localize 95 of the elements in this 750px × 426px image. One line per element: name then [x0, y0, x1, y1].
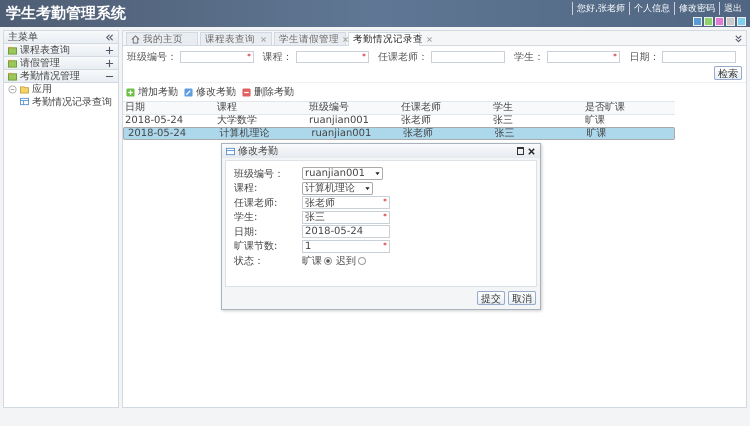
accordion-header[interactable]: 请假管理 [4, 57, 118, 70]
asterisk-icon [246, 53, 251, 57]
edit-icon [184, 88, 193, 96]
field-label: 学生： [514, 50, 544, 64]
column-header[interactable]: 班级编号 [307, 102, 399, 114]
table-cell-text: 张三 [492, 115, 514, 127]
tab[interactable]: 我的主页 [126, 32, 198, 45]
table-cell-text: 2018-05-24 [127, 128, 188, 140]
field-label: 日期: [234, 226, 258, 238]
asterisk-icon [613, 53, 618, 57]
chevron-icon[interactable] [734, 34, 743, 42]
input-field[interactable]: 张老师 [302, 196, 390, 209]
add-icon [126, 88, 135, 96]
field-label: 旷课节数: [234, 240, 278, 253]
folder-icon [8, 46, 17, 54]
toolbar-button[interactable]: 增加考勤 [126, 85, 178, 99]
dropdown[interactable]: ruanjian001 [302, 167, 384, 180]
column-header[interactable]: 是否旷课 [583, 102, 675, 114]
input-field[interactable]: 张三 [302, 210, 390, 224]
dropdown[interactable]: 计算机理论 [302, 182, 373, 194]
table-cell-text: ruanjian001 [308, 115, 370, 127]
field-label: 学生: [234, 210, 258, 224]
field-label: 班级编号： [234, 168, 285, 180]
plus-icon[interactable] [105, 58, 114, 68]
asterisk-icon [383, 198, 387, 202]
input-field[interactable]: 1 [302, 240, 390, 252]
table-cell-text: 计算机理论 [218, 128, 271, 140]
table-row[interactable]: 2018-05-24 大学数学 ruanjian001 张老师 张三 旷课 [123, 115, 675, 127]
field-label: 状态： [234, 254, 265, 268]
asterisk-icon [362, 53, 366, 57]
radio-button[interactable] [358, 256, 366, 264]
folder-icon [8, 72, 17, 80]
caret-icon [375, 171, 380, 176]
tab[interactable]: 学生请假管理 [274, 32, 346, 45]
delete-icon [242, 88, 251, 96]
table-icon [20, 97, 29, 106]
dialog-button[interactable]: 提交 [477, 291, 505, 305]
column-header[interactable]: 日期 [123, 102, 215, 114]
header-link[interactable]: 个人信息 [629, 2, 674, 14]
asterisk-icon [383, 212, 387, 216]
table-icon [226, 146, 235, 156]
header-link[interactable]: 退出 [719, 2, 746, 14]
theme-swatch[interactable] [715, 16, 724, 26]
table-cell-text: 大学数学 [216, 115, 258, 127]
toolbar-button[interactable]: 修改考勤 [184, 85, 236, 99]
theme-swatch[interactable] [704, 16, 713, 26]
toolbar-button[interactable]: 删除考勤 [242, 85, 294, 99]
field-label: 班级编号： [127, 50, 177, 64]
radio-label: 迟到 [336, 254, 356, 268]
column-header[interactable]: 任课老师 [399, 102, 491, 114]
tree-item[interactable]: 应用 [32, 82, 52, 96]
input-field[interactable] [662, 51, 736, 63]
field-label: 日期： [629, 50, 660, 64]
table-cell-text: 旷课 [584, 115, 606, 127]
input-field[interactable] [546, 51, 620, 63]
collapse-icon[interactable] [105, 32, 114, 42]
accordion-header[interactable]: 课程表查询 [4, 44, 118, 57]
sidebar-title: 主菜单 [8, 30, 38, 44]
accordion-header[interactable]: 考勤情况管理 [4, 70, 118, 83]
dialog-title: 修改考勤 [238, 144, 279, 158]
theme-swatch[interactable] [693, 16, 702, 26]
app-title: 学生考勤管理系统 [6, 4, 126, 23]
plus-icon[interactable] [105, 46, 114, 54]
asterisk-icon [383, 242, 387, 246]
column-header[interactable]: 课程 [215, 102, 307, 114]
close-icon[interactable] [527, 146, 536, 156]
radio-button[interactable] [324, 256, 332, 264]
search-button[interactable]: 检索 [714, 66, 742, 80]
table-cell-text: 张三 [494, 128, 516, 140]
folder-icon [8, 58, 17, 68]
home-icon [131, 34, 140, 44]
header-link[interactable]: 修改密码 [674, 2, 719, 14]
input-field[interactable] [296, 51, 370, 63]
table-cell-text: ruanjian001 [310, 128, 372, 140]
field-label: 任课老师: [234, 196, 278, 210]
table-cell-text: 旷课 [585, 128, 608, 140]
radio-label: 旷课 [302, 254, 322, 268]
input-field[interactable] [180, 51, 254, 63]
caret-icon [365, 186, 370, 190]
field-label: 任课老师： [378, 50, 428, 64]
field-label: 课程: [234, 182, 258, 195]
tab[interactable]: 课程表查询 [200, 32, 272, 45]
table-cell-text: 张老师 [402, 128, 434, 140]
header-link[interactable]: 您好,张老师 [572, 2, 629, 14]
input-field[interactable] [431, 51, 505, 63]
input-field[interactable]: 2018-05-24 [302, 225, 390, 238]
column-header[interactable]: 学生 [491, 102, 583, 114]
theme-swatch[interactable] [726, 16, 735, 26]
dialog-button[interactable]: 取消 [508, 291, 536, 305]
theme-swatch[interactable] [737, 16, 746, 26]
field-label: 课程： [262, 51, 293, 64]
table-cell-text: 2018-05-24 [124, 115, 184, 127]
maximize-icon[interactable] [517, 147, 524, 155]
table-cell-text: 张老师 [400, 115, 432, 127]
table-row[interactable]: 2018-05-24 计算机理论 ruanjian001 张老师 张三 旷课 [123, 127, 675, 140]
